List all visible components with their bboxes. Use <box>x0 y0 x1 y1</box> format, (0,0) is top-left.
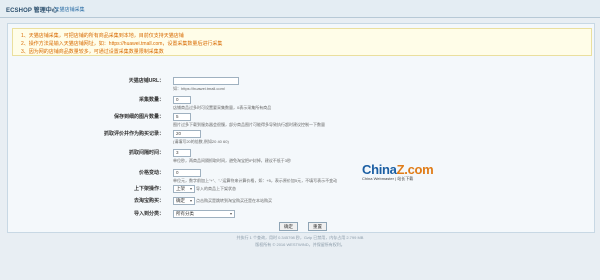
reviews-input[interactable]: 20 <box>173 130 201 138</box>
price-label: 价格变动： <box>138 170 164 176</box>
reviews-label: 抓取评价并作为购买记录： <box>103 131 164 137</box>
shelf-hint: 导入的商品上下架状态 <box>196 186 236 191</box>
notice-line-1: 1、天猫店铺采集，可把店铺的所有商品采集到本地，目前仅支持天猫店铺 <box>21 33 184 39</box>
footer: 共执行 1 个查询，用时 0.345798 秒，Gzip 已禁用，内存占用 2.… <box>0 234 600 248</box>
notice-line-3: 3、因为网的店铺商品数量较多，可通过设置采集数量限制采集数 <box>21 49 164 55</box>
category-select[interactable]: 所有分类 ▾ <box>173 210 235 218</box>
count-input[interactable]: 0 <box>173 96 191 104</box>
header-bar: ECSHOP 管理中心 - 天猫店铺采集 <box>0 0 600 18</box>
category-value: 所有分类 <box>176 211 194 216</box>
watermark-logo: ChinaZ.com <box>362 162 434 177</box>
images-hint: 图片过多下载到服务器会很慢，部分商品图片可能得多导致执行超时建议控制一下数量 <box>173 122 325 127</box>
footer-stats: 共执行 1 个查询，用时 0.345798 秒，Gzip 已禁用，内存占用 2.… <box>236 235 364 240</box>
reviews-hint: (请填写20的倍数,例如20 40 60) <box>173 139 229 144</box>
chevron-down-icon: ▾ <box>189 186 192 191</box>
shop-url-label: 天猫店铺URL： <box>128 78 164 84</box>
submit-button[interactable]: 确定 <box>279 222 298 231</box>
source-value: 确定 <box>176 198 185 203</box>
chevron-down-icon: ▾ <box>229 211 232 216</box>
notice-line-2: 2、操作方法是输入天猫店铺网址，如：https://huawei.tmall.c… <box>21 41 223 47</box>
shop-url-input[interactable] <box>173 77 239 85</box>
breadcrumb-current[interactable]: 天猫店铺采集 <box>55 7 85 13</box>
shelf-label: 上下架操作： <box>133 186 164 192</box>
price-input[interactable]: 0 <box>173 169 201 177</box>
shop-url-hint: 如：https://huawei.tmall.com/ <box>173 86 226 91</box>
interval-input[interactable]: 3 <box>173 149 191 157</box>
category-label: 导入到分类： <box>133 211 164 217</box>
images-input[interactable]: 5 <box>173 113 191 121</box>
chinaz-watermark: ChinaZ.com China Webmaster | 站长下载 <box>362 162 434 182</box>
shelf-select[interactable]: 上架 ▾ <box>173 185 195 193</box>
notice-box: 1、天猫店铺采集，可把店铺的所有商品采集到本地，目前仅支持天猫店铺 2、操作方法… <box>12 28 592 56</box>
interval-label: 抓取间隔时间： <box>128 150 164 156</box>
shelf-value: 上架 <box>176 186 185 191</box>
source-hint: 点击购买是跳转到淘宝购买还是在本站购买 <box>196 198 272 203</box>
images-label: 保存到细的图片数量： <box>113 114 164 120</box>
breadcrumb: - 天猫店铺采集 <box>51 7 85 13</box>
main-panel: 1、天猫店铺采集，可把店铺的所有商品采集到本地，目前仅支持天猫店铺 2、操作方法… <box>7 23 595 233</box>
footer-copyright: 版权所有 © 2016 WESTWIND，并保留所有权利。 <box>255 242 345 247</box>
chevron-down-icon: ▾ <box>189 198 192 203</box>
price-hint: 单位元，数字前加上"+"、"-"运算符来计算价格，如：+5，表示原价加5元，不填… <box>173 178 338 183</box>
source-label: 去淘宝购买： <box>133 198 164 204</box>
reset-button[interactable]: 重置 <box>308 222 327 231</box>
source-select[interactable]: 确定 ▾ <box>173 197 195 205</box>
count-label: 采集数量： <box>138 97 164 103</box>
interval-hint: 单位秒，两商品间隔抓取时间，避免淘宝把IP封掉，建议不低于3秒 <box>173 158 292 163</box>
count-hint: 店铺商品过多时可设置要采集数量，0表示采集所有商品 <box>173 105 272 110</box>
